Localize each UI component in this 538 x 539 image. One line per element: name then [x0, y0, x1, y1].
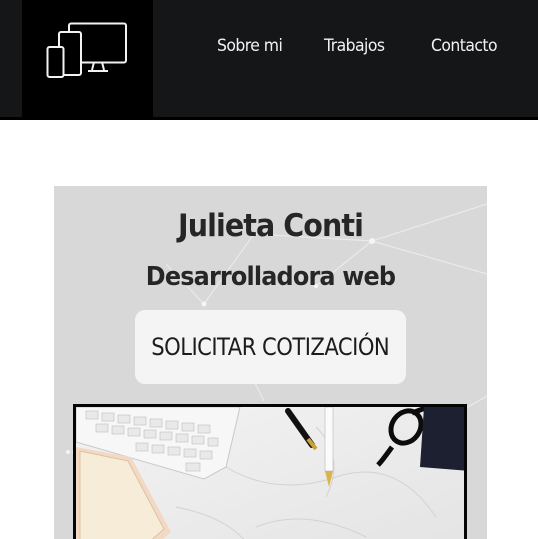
- phone-icon: [420, 407, 464, 471]
- devices-icon: [46, 22, 127, 78]
- logo-link[interactable]: [22, 0, 153, 117]
- navbar: Sobre mi Trabajos Contacto: [0, 0, 538, 117]
- nav-link-contacto[interactable]: Contacto: [431, 36, 498, 56]
- desk-workspace-photo: [73, 404, 467, 539]
- nav-link-sobre-mi[interactable]: Sobre mi: [217, 36, 283, 56]
- navbar-shadow: [0, 117, 538, 120]
- request-quote-label: SOLICITAR COTIZACIÓN: [151, 333, 391, 361]
- nav-link-trabajos[interactable]: Trabajos: [324, 36, 385, 56]
- request-quote-button[interactable]: SOLICITAR COTIZACIÓN: [135, 310, 406, 384]
- hero-name: Julieta Conti: [178, 208, 364, 244]
- hero-role: Desarrolladora web: [145, 262, 396, 292]
- pencil-icon: [324, 407, 334, 487]
